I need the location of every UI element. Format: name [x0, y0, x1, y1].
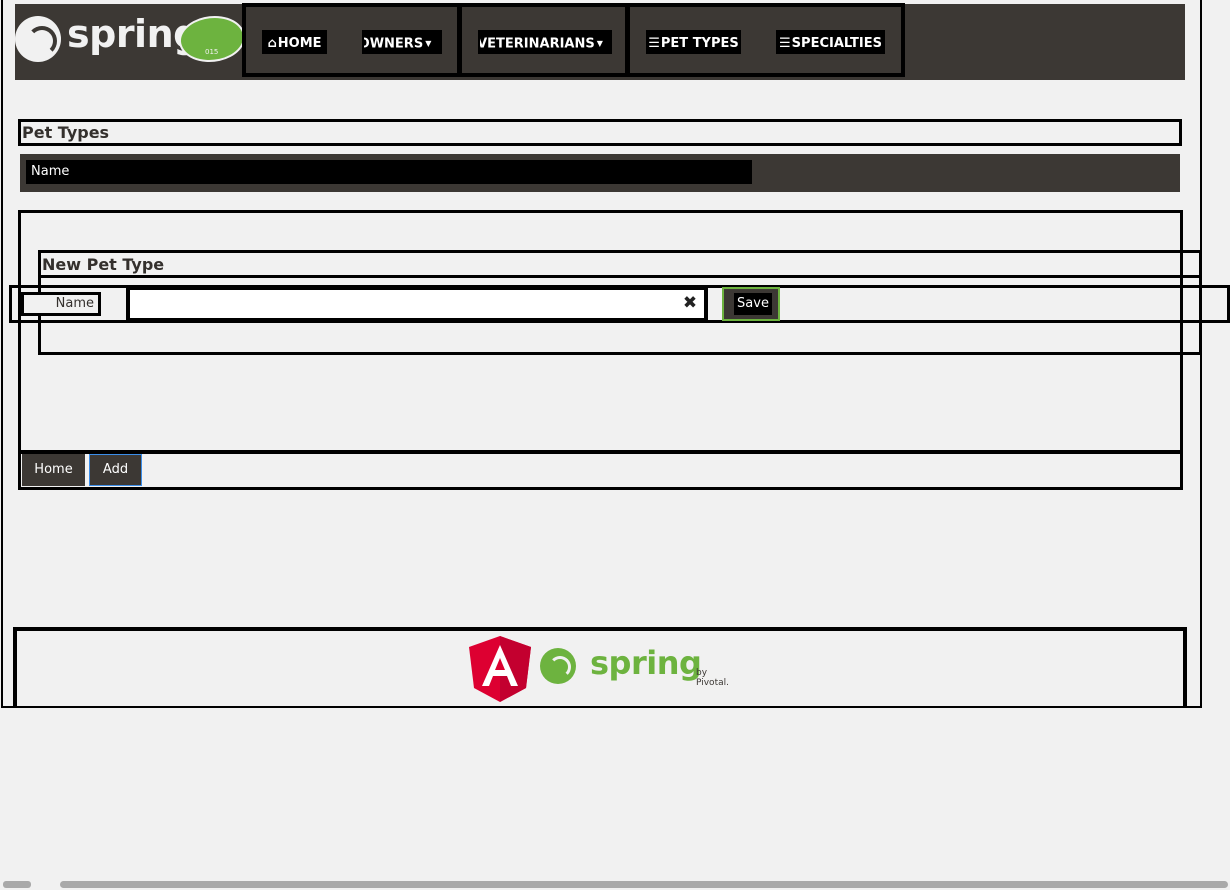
nav-home[interactable]: ⌂HOME	[262, 30, 327, 54]
form-title: New Pet Type	[38, 250, 1202, 278]
brand-leaf-text: 015	[205, 48, 219, 56]
brand-logo[interactable]: spring 015	[15, 9, 250, 72]
add-button[interactable]: Add	[89, 454, 142, 486]
spring-logo-icon	[15, 16, 61, 62]
nav-home-label: HOME	[277, 36, 322, 51]
angular-logo-icon	[469, 636, 531, 702]
nav-pet-types[interactable]: ☰PET TYPES	[646, 30, 741, 54]
nav-veterinarians[interactable]: VETERINARIANS ▼	[478, 30, 612, 54]
scrollbar-thumb[interactable]	[60, 881, 1228, 888]
nav-owners-label: OWNERS	[362, 36, 424, 52]
nav-vets-label: VETERINARIANS	[478, 36, 595, 52]
name-field-label: Name	[21, 292, 101, 316]
chevron-down-icon: ▼	[425, 39, 432, 48]
scrollbar-left-segment[interactable]	[3, 881, 31, 888]
name-input[interactable]	[126, 286, 708, 322]
home-button[interactable]: Home	[22, 454, 85, 486]
chevron-down-icon: ▼	[596, 39, 603, 48]
nav-pet-types-label: PET TYPES	[660, 36, 739, 51]
spring-logo-icon	[540, 648, 576, 684]
save-button-label: Save	[734, 293, 772, 315]
pivotal-text: by Pivotal.	[696, 668, 729, 688]
list-icon: ☰	[779, 36, 791, 51]
page-title: Pet Types	[18, 119, 1182, 146]
save-button[interactable]: Save	[722, 287, 780, 321]
spring-footer-word: spring	[590, 644, 702, 682]
nav-owners[interactable]: OWNERS ▼	[362, 30, 442, 54]
pet-types-table-header: Name	[20, 154, 1180, 192]
spring-footer-logo: spring by Pivotal.	[540, 644, 740, 688]
column-header-name: Name	[26, 160, 752, 184]
home-icon: ⌂	[267, 36, 277, 51]
nav-specialties[interactable]: ☰SPECIALTIES	[776, 30, 885, 54]
nav-specialties-label: SPECIALTIES	[791, 36, 882, 51]
close-icon[interactable]: ✖	[681, 293, 699, 313]
list-icon: ☰	[648, 36, 660, 51]
action-button-row	[18, 451, 1183, 490]
